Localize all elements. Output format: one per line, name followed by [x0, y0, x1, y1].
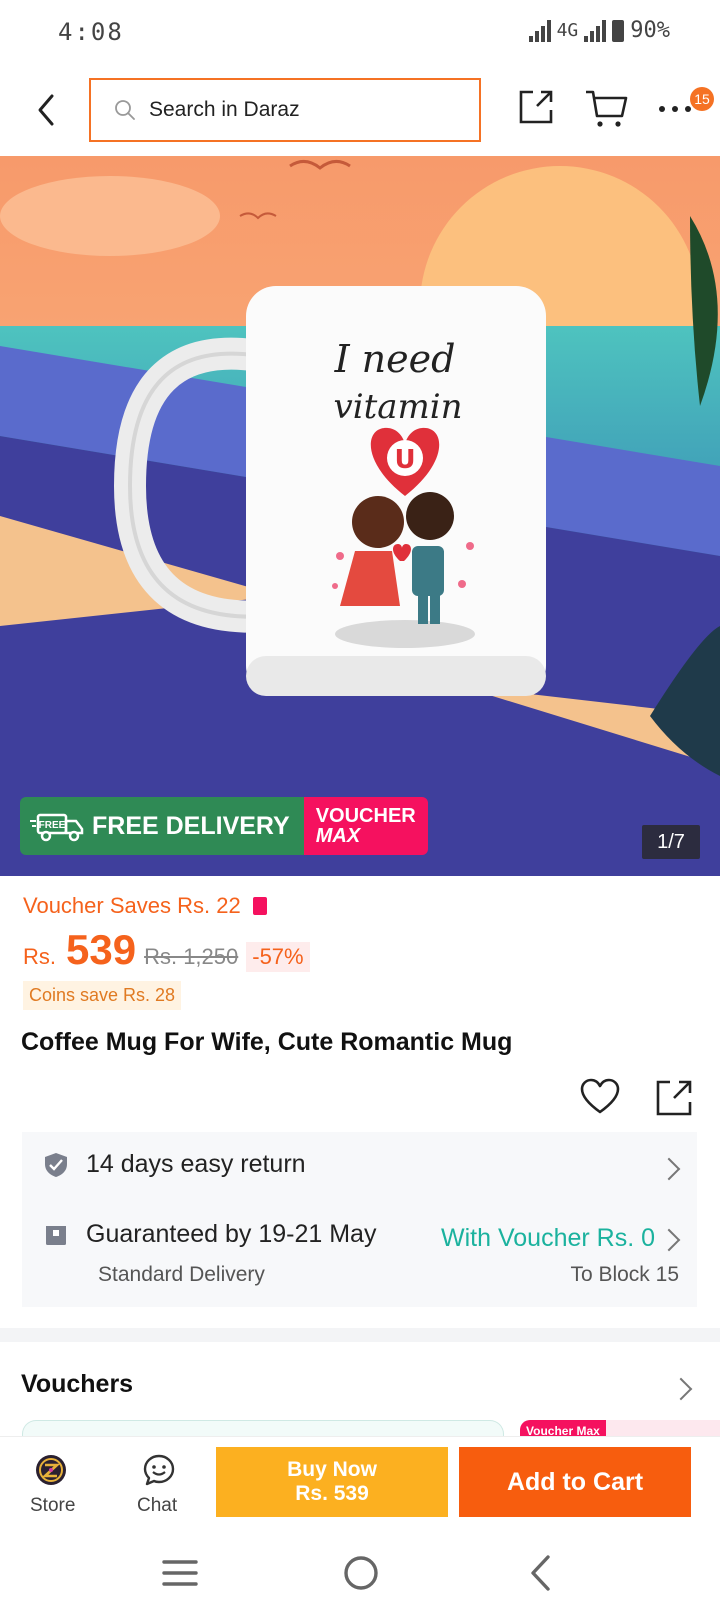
delivery-truck-icon: FREE — [30, 813, 84, 842]
signal-icon-2 — [584, 19, 607, 42]
battery-icon — [612, 19, 625, 42]
delivery-row[interactable]: Guaranteed by 19-21 May — [44, 1220, 376, 1249]
voucher-max-badge: VOUCHER MAX — [303, 797, 428, 855]
voucher-max-line1: VOUCHER — [315, 805, 416, 827]
vouchers-title[interactable]: Vouchers — [21, 1370, 133, 1399]
delivery-guarantee-text: Guaranteed by 19-21 May — [86, 1220, 377, 1248]
free-tag: FREE — [39, 820, 66, 831]
promo-strip: FREE FREE DELIVERY VOUCHER MAX — [20, 797, 428, 855]
menu-icon[interactable] — [162, 1558, 198, 1588]
package-icon — [46, 1225, 66, 1245]
status-bar: 4:08 4G 90% — [0, 0, 720, 66]
shield-check-icon — [45, 1152, 67, 1177]
price-row: Rs. 539 Rs. 1,250 -57% — [23, 926, 310, 974]
product-title: Coffee Mug For Wife, Cute Romantic Mug — [21, 1028, 513, 1056]
chat-label[interactable]: Chat — [137, 1495, 177, 1517]
return-chevron-icon[interactable] — [657, 1157, 681, 1181]
more-icon[interactable] — [658, 104, 692, 114]
share-icon[interactable] — [517, 88, 555, 126]
currency-label: Rs. — [23, 944, 56, 969]
search-input[interactable]: Search in Daraz — [89, 78, 481, 142]
mug-text-2: vitamin — [333, 387, 462, 427]
top-header: Search in Daraz — [0, 66, 720, 156]
service-info-box: 14 days easy return Guaranteed by 19-21 … — [22, 1132, 697, 1307]
back-icon[interactable] — [30, 92, 66, 128]
image-counter: 1/7 — [642, 825, 700, 859]
voucher-saves-text: Voucher Saves Rs. 22 — [23, 893, 241, 918]
buy-now-price: Rs. 539 — [295, 1482, 369, 1505]
return-policy-row[interactable]: 14 days easy return — [44, 1150, 306, 1179]
cart-badge: 15 — [690, 87, 714, 111]
buy-now-label: Buy Now — [287, 1458, 377, 1481]
nav-back-icon[interactable] — [528, 1554, 552, 1592]
status-indicators: 4G 90% — [528, 18, 670, 43]
share-product-icon[interactable] — [654, 1078, 694, 1118]
network-type: 4G — [556, 20, 579, 41]
search-icon — [115, 100, 135, 120]
battery-level: 90% — [630, 18, 670, 43]
voucher-icon — [252, 897, 267, 915]
original-price: Rs. 1,250 — [144, 944, 239, 969]
discount-badge: -57% — [246, 942, 310, 972]
search-placeholder: Search in Daraz — [149, 98, 300, 121]
cart-icon[interactable] — [584, 88, 628, 130]
voucher-saves-row[interactable]: Voucher Saves Rs. 22 — [23, 893, 267, 919]
wishlist-heart-icon[interactable] — [580, 1078, 620, 1116]
delivery-voucher-text: With Voucher Rs. 0 — [441, 1224, 655, 1252]
vouchers-chevron-icon[interactable] — [669, 1377, 693, 1401]
coins-save-badge: Coins save Rs. 28 — [23, 981, 182, 1010]
store-label[interactable]: Store — [30, 1495, 75, 1517]
delivery-type-text: Standard Delivery — [98, 1263, 265, 1286]
mug-text-1: I need — [334, 337, 456, 381]
buy-now-button[interactable]: Buy Now Rs. 539 — [216, 1447, 448, 1517]
delivery-chevron-icon[interactable] — [657, 1228, 681, 1252]
product-image[interactable]: I need vitamin U — [0, 156, 720, 876]
mug-heart-letter: U — [394, 445, 415, 475]
product-photo: I need vitamin U — [0, 156, 720, 876]
current-price: 539 — [66, 926, 137, 973]
bottom-action-bar: Store Chat Buy Now Rs. 539 Add to Cart — [0, 1436, 720, 1533]
section-divider — [0, 1328, 720, 1342]
free-delivery-label: FREE DELIVERY — [92, 811, 290, 840]
voucher-max-line2: MAX — [315, 825, 361, 847]
add-to-cart-button[interactable]: Add to Cart — [459, 1447, 691, 1517]
signal-icon — [528, 19, 551, 42]
store-icon[interactable] — [34, 1453, 68, 1487]
chat-icon[interactable] — [142, 1453, 176, 1487]
system-nav-bar — [0, 1536, 720, 1612]
status-time: 4:08 — [58, 18, 124, 46]
free-delivery-badge: FREE FREE DELIVERY — [20, 797, 304, 855]
return-policy-text: 14 days easy return — [86, 1150, 306, 1178]
home-icon[interactable] — [342, 1554, 380, 1592]
delivery-destination-text: To Block 15 — [570, 1263, 679, 1286]
